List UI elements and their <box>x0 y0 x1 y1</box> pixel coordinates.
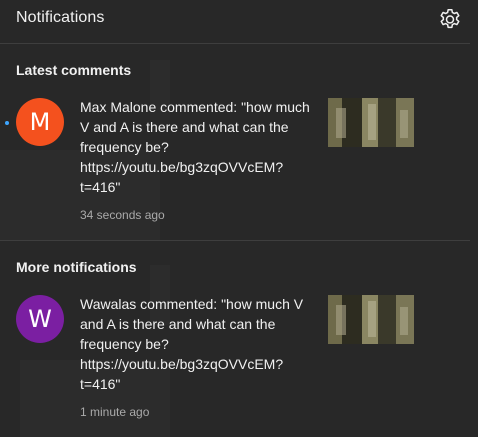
video-thumbnail <box>328 98 414 147</box>
avatar: W <box>16 295 64 343</box>
notifications-panel: Notifications Latest comments M Max Malo… <box>0 0 478 437</box>
notification-message: Wawalas commented: "how much V and A is … <box>80 296 304 392</box>
section-title-more-notifications: More notifications <box>16 259 137 275</box>
notification-time: 34 seconds ago <box>80 208 165 222</box>
video-thumbnail <box>328 295 414 344</box>
notification-item[interactable]: W Wawalas commented: "how much V and A i… <box>0 289 470 429</box>
notification-time: 1 minute ago <box>80 405 150 419</box>
unread-dot <box>5 121 9 125</box>
header-divider <box>0 43 470 44</box>
notification-message: Max Malone commented: "how much V and A … <box>80 99 310 195</box>
notifications-header: Notifications <box>0 0 478 40</box>
gear-icon[interactable] <box>437 7 463 33</box>
section-divider <box>0 240 470 241</box>
avatar: M <box>16 98 64 146</box>
section-title-latest-comments: Latest comments <box>16 62 132 78</box>
panel-title: Notifications <box>16 9 105 26</box>
notification-item[interactable]: M Max Malone commented: "how much V and … <box>0 92 470 232</box>
